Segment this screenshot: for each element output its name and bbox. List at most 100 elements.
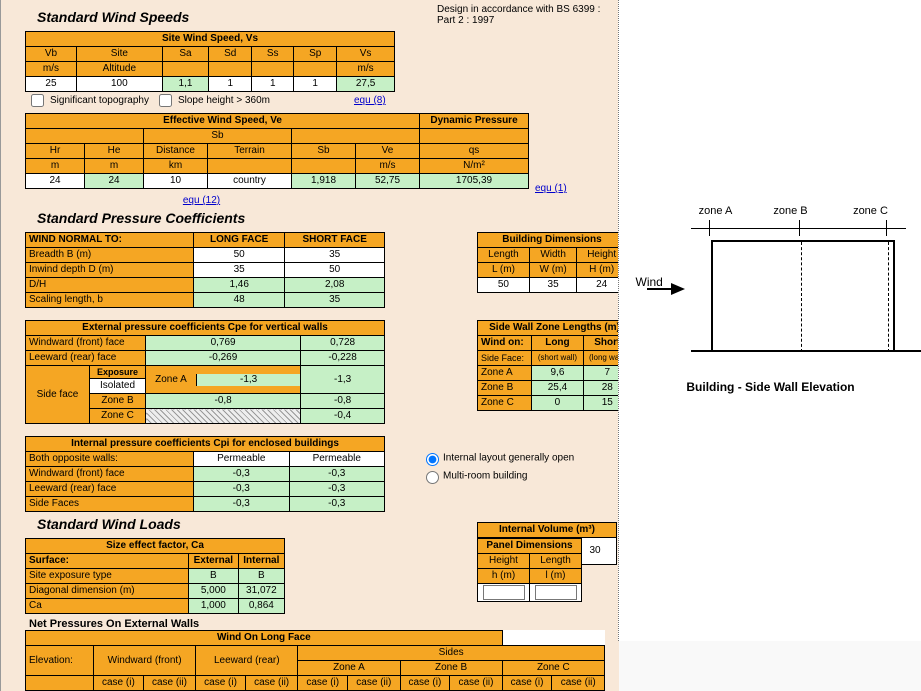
cpi-sf: Side Faces bbox=[26, 497, 194, 512]
cpi-table: Internal pressure coefficients Cpi for e… bbox=[25, 436, 385, 512]
u-sd bbox=[209, 62, 252, 77]
zb-v2: -0,8 bbox=[301, 394, 385, 409]
building-dims-table: Building Dimensions Length Width Height … bbox=[477, 232, 627, 293]
cpi-lf: Leeward (rear) face bbox=[26, 482, 194, 497]
zl-sideface: Side Face: bbox=[478, 351, 532, 366]
wn-b1: 50 bbox=[194, 248, 285, 263]
zc-v2: -0,4 bbox=[301, 409, 385, 424]
vs-sd: 1 bbox=[209, 77, 252, 92]
cpe-lf2: -0,228 bbox=[301, 351, 385, 366]
panel-h-input[interactable] bbox=[483, 585, 525, 600]
radio-open-label[interactable]: Internal layout generally open bbox=[421, 450, 574, 466]
radio-open[interactable] bbox=[426, 453, 439, 466]
panel-l-input[interactable] bbox=[535, 585, 577, 600]
ve-sb: 1,918 bbox=[292, 174, 356, 189]
wn-sl: Scaling length, b bbox=[26, 293, 194, 308]
c-he: He bbox=[85, 144, 144, 159]
ve-title: Effective Wind Speed, Ve bbox=[26, 114, 420, 129]
effective-wind-speed-table: Effective Wind Speed, Ve Dynamic Pressur… bbox=[25, 113, 529, 189]
cpi-both: Both opposite walls: bbox=[26, 452, 194, 467]
vs-vb: 25 bbox=[26, 77, 77, 92]
col-sd: Sd bbox=[209, 47, 252, 62]
building-rect bbox=[711, 240, 895, 352]
u-vs: m/s bbox=[337, 62, 395, 77]
u-terr bbox=[208, 159, 292, 174]
zl-long: Long bbox=[532, 336, 583, 351]
cpi-both1: Permeable bbox=[194, 452, 290, 467]
u-sp bbox=[294, 62, 337, 77]
col-site: Site bbox=[76, 47, 162, 62]
u-sa bbox=[162, 62, 208, 77]
cii2: case (ii) bbox=[245, 676, 297, 691]
cii3: case (ii) bbox=[348, 676, 400, 691]
zl-title: Side Wall Zone Lengths (m) bbox=[478, 321, 632, 336]
u-qs: N/m² bbox=[420, 159, 529, 174]
zone-b-label: zone B bbox=[761, 205, 821, 217]
c-terr: Terrain bbox=[208, 144, 292, 159]
ci5: case (i) bbox=[502, 676, 552, 691]
u-dist: km bbox=[144, 159, 208, 174]
zc-lbl: Zone C bbox=[90, 409, 146, 424]
ca-site2: B bbox=[238, 569, 284, 584]
za-lbl: Zone A bbox=[146, 374, 197, 386]
cpi-lf1: -0,3 bbox=[194, 482, 290, 497]
cpe-wf: Windward (front) face bbox=[26, 336, 146, 351]
cii5: case (ii) bbox=[552, 676, 605, 691]
ca-diag: Diagonal dimension (m) bbox=[26, 584, 189, 599]
ca-ca1: 1,000 bbox=[189, 599, 239, 614]
u-vb: m/s bbox=[26, 62, 77, 77]
zl-windon: Wind on: bbox=[478, 336, 532, 351]
cpe-side-label: Side face bbox=[30, 389, 85, 401]
exposure-hdr: Exposure bbox=[90, 366, 145, 379]
u-ss bbox=[252, 62, 294, 77]
chk-slope[interactable] bbox=[159, 94, 172, 107]
ca-ca: Ca bbox=[26, 599, 189, 614]
net-elev: Elevation: bbox=[26, 646, 94, 676]
bd-title: Building Dimensions bbox=[478, 233, 627, 248]
bd-lu: L (m) bbox=[478, 263, 530, 278]
wn-sl2: 35 bbox=[285, 293, 385, 308]
zl-b1: 25,4 bbox=[532, 381, 583, 396]
panel-hu: h (m) bbox=[478, 569, 530, 584]
vs-title: Site Wind Speed, Vs bbox=[26, 32, 395, 47]
zl-a: Zone A bbox=[478, 366, 532, 381]
ca-site1: B bbox=[189, 569, 239, 584]
vs-sa: 1,1 bbox=[162, 77, 208, 92]
ca-diag2: 31,072 bbox=[238, 584, 284, 599]
cpi-lf2: -0,3 bbox=[289, 482, 385, 497]
bd-w: Width bbox=[529, 248, 576, 263]
wn-d1: 35 bbox=[194, 263, 285, 278]
exposure-val[interactable]: Isolated bbox=[90, 379, 145, 393]
cpe-wf1: 0,769 bbox=[146, 336, 301, 351]
zone-divider-b bbox=[888, 242, 889, 352]
net-zb: Zone B bbox=[400, 661, 502, 676]
wn-b: Breadth B (m) bbox=[26, 248, 194, 263]
zb-lbl: Zone B bbox=[90, 394, 146, 409]
equ12-link[interactable]: equ (12) bbox=[183, 195, 220, 206]
cii4: case (ii) bbox=[450, 676, 502, 691]
cpe-lf: Leeward (rear) face bbox=[26, 351, 146, 366]
ca-diag1: 5,000 bbox=[189, 584, 239, 599]
wind-label: Wind bbox=[636, 275, 663, 289]
dim-line bbox=[691, 228, 906, 229]
ci4: case (i) bbox=[400, 676, 450, 691]
chk-topo[interactable] bbox=[31, 94, 44, 107]
cpi-title: Internal pressure coefficients Cpi for e… bbox=[26, 437, 385, 452]
diagram: zone A zone B zone C Wind Building - Sid… bbox=[631, 240, 911, 394]
radio-multi[interactable] bbox=[426, 471, 439, 484]
vs-ss: 1 bbox=[252, 77, 294, 92]
design-note: Design in accordance with BS 6399 : Part… bbox=[437, 4, 619, 26]
net-sides: Sides bbox=[298, 646, 605, 661]
ca-surf: Surface: bbox=[26, 554, 189, 569]
equ8-link[interactable]: equ (8) bbox=[354, 95, 386, 106]
equ1-link[interactable]: equ (1) bbox=[535, 183, 567, 194]
radio-multi-label[interactable]: Multi-room building bbox=[421, 468, 574, 484]
panel-table: Panel Dimensions HeightLength h (m)l (m) bbox=[477, 538, 582, 602]
net-za: Zone A bbox=[298, 661, 400, 676]
cpi-wf2: -0,3 bbox=[289, 467, 385, 482]
net-lf: Leeward (rear) bbox=[196, 646, 298, 676]
col-vs: Vs bbox=[337, 47, 395, 62]
col-sp: Sp bbox=[294, 47, 337, 62]
panel-l: Length bbox=[530, 554, 582, 569]
u-ve: m/s bbox=[356, 159, 420, 174]
